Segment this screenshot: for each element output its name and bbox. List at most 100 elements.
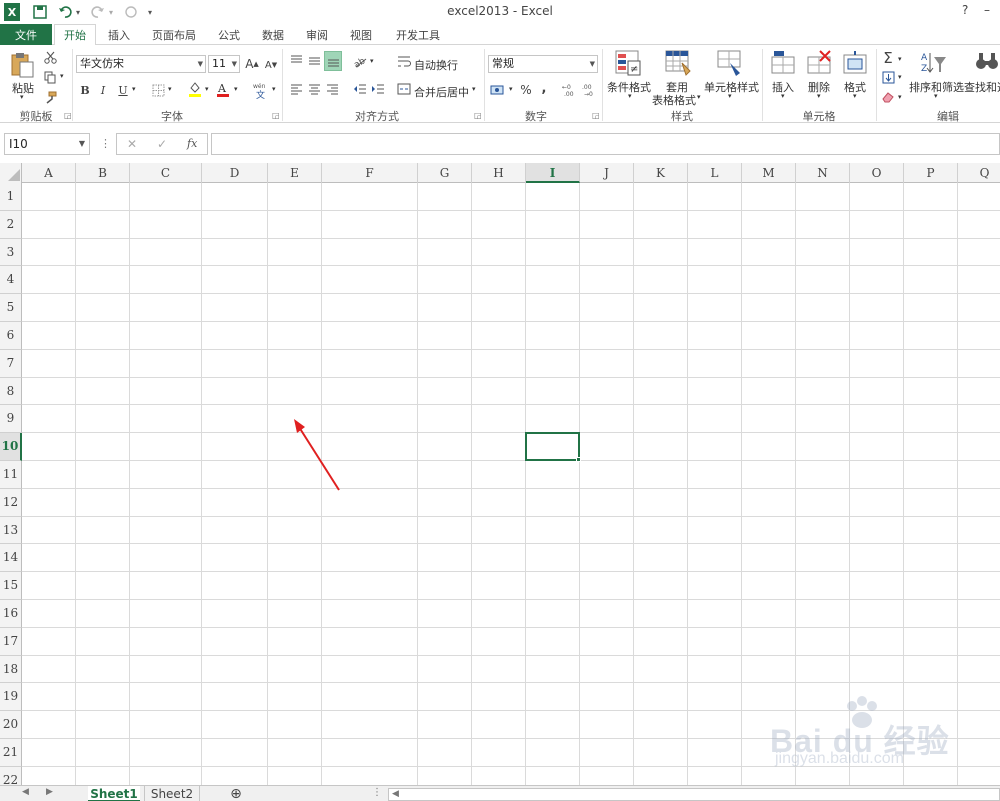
insert-function-icon[interactable]: fx bbox=[187, 137, 197, 150]
sheet-next-icon[interactable]: ▶ bbox=[46, 787, 53, 797]
insert-cells-icon[interactable] bbox=[770, 49, 796, 77]
column-header-d[interactable]: D bbox=[202, 163, 268, 183]
font-color-icon[interactable]: A bbox=[215, 80, 231, 98]
column-header-n[interactable]: N bbox=[796, 163, 850, 183]
find-select-icon[interactable] bbox=[974, 49, 1000, 77]
column-header-j[interactable]: J bbox=[580, 163, 634, 183]
column-header-f[interactable]: F bbox=[322, 163, 418, 183]
comma-button[interactable]: , bbox=[538, 79, 550, 97]
clear-dropdown-icon[interactable]: ▾ bbox=[898, 93, 902, 101]
align-right-icon[interactable] bbox=[324, 81, 340, 97]
tab-file[interactable]: 文件 bbox=[0, 24, 52, 45]
font-launcher-icon[interactable]: ◲ bbox=[272, 111, 280, 120]
number-launcher-icon[interactable]: ◲ bbox=[592, 111, 600, 120]
underline-button[interactable]: U bbox=[116, 81, 130, 99]
format-cells-icon[interactable] bbox=[842, 49, 868, 77]
font-color-dropdown-icon[interactable]: ▾ bbox=[234, 85, 238, 93]
column-header-o[interactable]: O bbox=[850, 163, 904, 183]
row-header-17[interactable]: 17 bbox=[0, 627, 22, 656]
phonetic-icon[interactable]: wén 文 bbox=[252, 80, 270, 100]
column-header-e[interactable]: E bbox=[268, 163, 322, 183]
wrap-text-icon[interactable] bbox=[396, 53, 412, 69]
insert-cells-dropdown-icon[interactable]: ▾ bbox=[781, 92, 785, 100]
tab-page-layout[interactable]: 页面布局 bbox=[142, 24, 206, 45]
paste-icon[interactable] bbox=[8, 51, 38, 79]
row-header-5[interactable]: 5 bbox=[0, 294, 22, 322]
row-header-6[interactable]: 6 bbox=[0, 322, 22, 350]
fill-handle[interactable] bbox=[576, 457, 581, 462]
row-header-22[interactable]: 22 bbox=[0, 766, 22, 785]
select-all-button[interactable] bbox=[0, 163, 22, 183]
tab-formulas[interactable]: 公式 bbox=[210, 24, 248, 45]
underline-dropdown-icon[interactable]: ▾ bbox=[132, 85, 136, 93]
accounting-dropdown-icon[interactable]: ▾ bbox=[509, 85, 513, 93]
tab-home[interactable]: 开始 bbox=[54, 24, 96, 46]
border-dropdown-icon[interactable]: ▾ bbox=[168, 85, 172, 93]
orientation-dropdown-icon[interactable]: ▾ bbox=[370, 57, 374, 65]
add-sheet-button[interactable]: ⊕ bbox=[226, 786, 246, 801]
paste-dropdown-icon[interactable]: ▾ bbox=[20, 93, 24, 101]
format-as-table-dropdown-icon[interactable]: ▾ bbox=[697, 93, 701, 101]
decrease-decimal-icon[interactable]: .00 →0 bbox=[582, 81, 600, 99]
row-header-11[interactable]: 11 bbox=[0, 461, 22, 489]
tab-developer[interactable]: 开发工具 bbox=[388, 24, 448, 45]
find-select-button[interactable]: 查找和选 bbox=[964, 79, 1000, 95]
sort-filter-dropdown-icon[interactable]: ▾ bbox=[934, 92, 938, 100]
column-header-g[interactable]: G bbox=[418, 163, 472, 183]
column-header-a[interactable]: A bbox=[22, 163, 76, 183]
align-top-icon[interactable] bbox=[288, 53, 304, 69]
row-header-15[interactable]: 15 bbox=[0, 572, 22, 600]
increase-decimal-icon[interactable]: ←0.00 bbox=[562, 81, 580, 99]
increase-indent-icon[interactable] bbox=[370, 81, 386, 97]
sheet-prev-icon[interactable]: ◀ bbox=[22, 787, 29, 797]
cell-styles-icon[interactable] bbox=[716, 49, 744, 77]
column-header-p[interactable]: P bbox=[904, 163, 958, 183]
grow-font-button[interactable]: A ▲ bbox=[245, 55, 259, 73]
align-bottom-icon[interactable] bbox=[324, 51, 342, 71]
column-header-i[interactable]: I bbox=[526, 163, 580, 183]
row-header-10[interactable]: 10 bbox=[0, 433, 22, 461]
decrease-indent-icon[interactable] bbox=[352, 81, 368, 97]
merge-center-button[interactable]: 合并后居中 bbox=[414, 84, 469, 100]
fill-icon[interactable] bbox=[880, 69, 896, 85]
column-header-h[interactable]: H bbox=[472, 163, 526, 183]
clipboard-launcher-icon[interactable]: ◲ bbox=[64, 111, 72, 120]
row-header-7[interactable]: 7 bbox=[0, 349, 22, 378]
copy-icon[interactable] bbox=[42, 69, 58, 85]
row-header-4[interactable]: 4 bbox=[0, 266, 22, 295]
tab-view[interactable]: 视图 bbox=[342, 24, 380, 45]
wrap-text-button[interactable]: 自动换行 bbox=[414, 57, 458, 73]
row-header-13[interactable]: 13 bbox=[0, 516, 22, 545]
active-cell[interactable] bbox=[525, 432, 580, 461]
orientation-icon[interactable]: ab bbox=[352, 53, 368, 69]
shrink-font-button[interactable]: A ▼ bbox=[264, 56, 278, 74]
row-header-16[interactable]: 16 bbox=[0, 600, 22, 628]
row-header-21[interactable]: 21 bbox=[0, 739, 22, 767]
sheet-tab-2[interactable]: Sheet2 bbox=[144, 786, 200, 801]
row-header-8[interactable]: 8 bbox=[0, 377, 22, 406]
phonetic-dropdown-icon[interactable]: ▾ bbox=[272, 85, 276, 93]
autosum-button[interactable]: Σ bbox=[880, 49, 896, 67]
format-as-table-icon[interactable] bbox=[664, 49, 692, 77]
format-as-table-label-2[interactable]: 表格格式 bbox=[652, 92, 696, 108]
fill-color-icon[interactable] bbox=[187, 80, 203, 98]
row-header-18[interactable]: 18 bbox=[0, 655, 22, 684]
align-middle-icon[interactable] bbox=[306, 53, 322, 69]
percent-button[interactable]: % bbox=[518, 81, 534, 99]
formula-bar-grip-icon[interactable]: ⋮ bbox=[100, 137, 111, 150]
alignment-launcher-icon[interactable]: ◲ bbox=[474, 111, 482, 120]
minimize-button[interactable]: – bbox=[984, 3, 990, 17]
column-header-m[interactable]: M bbox=[742, 163, 796, 183]
row-header-2[interactable]: 2 bbox=[0, 210, 22, 239]
confirm-entry-icon[interactable]: ✓ bbox=[157, 137, 167, 151]
help-button[interactable]: ? bbox=[962, 3, 968, 17]
cut-icon[interactable] bbox=[42, 49, 58, 65]
horizontal-scrollbar[interactable]: ◀ bbox=[388, 788, 1000, 801]
tab-data[interactable]: 数据 bbox=[254, 24, 292, 45]
column-header-q[interactable]: Q bbox=[958, 163, 1000, 183]
align-center-icon[interactable] bbox=[306, 81, 322, 97]
merge-dropdown-icon[interactable]: ▾ bbox=[472, 85, 476, 93]
tab-review[interactable]: 审阅 bbox=[298, 24, 336, 45]
font-size-select[interactable]: 11 ▼ bbox=[208, 55, 240, 73]
conditional-format-icon[interactable]: ≠ bbox=[614, 49, 642, 77]
